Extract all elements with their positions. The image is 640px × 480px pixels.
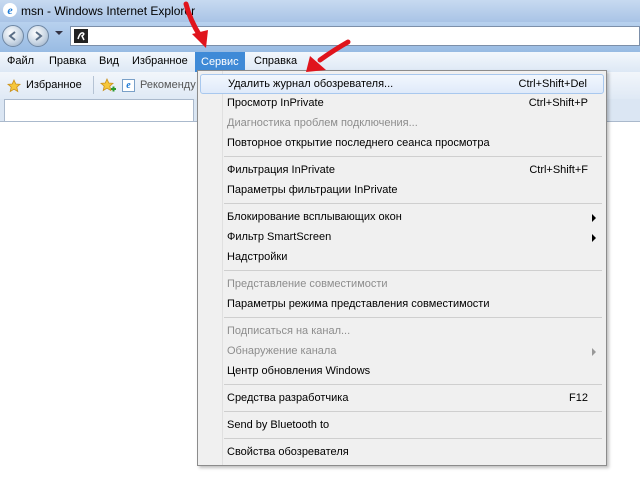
submenu-arrow-icon: [592, 214, 596, 222]
menu-item-reopen-last-session[interactable]: Повторное открытие последнего сеанса про…: [200, 134, 604, 154]
favorites-button[interactable]: Избранное: [26, 79, 82, 91]
menu-separator: [224, 317, 602, 318]
suggested-sites-link[interactable]: Рекоменду: [140, 79, 196, 91]
tab-msn[interactable]: [4, 99, 194, 121]
menu-help[interactable]: Справка: [254, 55, 297, 67]
menu-item-label: Надстройки: [227, 251, 288, 263]
menu-item-windows-update[interactable]: Центр обновления Windows: [200, 362, 604, 382]
menu-item-inprivate-filtering[interactable]: Фильтрация InPrivate Ctrl+Shift+F: [200, 161, 604, 181]
menu-file[interactable]: Файл: [7, 55, 34, 67]
menu-separator: [224, 156, 602, 157]
menu-item-delete-history[interactable]: Удалить журнал обозревателя... Ctrl+Shif…: [200, 74, 604, 94]
menu-item-label: Параметры фильтрации InPrivate: [227, 184, 398, 196]
menu-item-shortcut: Ctrl+Shift+Del: [518, 78, 587, 90]
red-arrow-icon: [183, 1, 208, 48]
history-dropdown-button[interactable]: [55, 31, 63, 35]
menu-tools[interactable]: Сервис: [195, 52, 245, 72]
menu-view[interactable]: Вид: [99, 55, 119, 67]
menu-item-smartscreen-filter[interactable]: Фильтр SmartScreen: [200, 228, 604, 248]
menu-item-diagnose-connection: Диагностика проблем подключения...: [200, 114, 604, 134]
menu-item-label: Фильтрация InPrivate: [227, 164, 335, 176]
menu-item-addons[interactable]: Надстройки: [200, 248, 604, 268]
site-favicon-icon: [74, 29, 88, 43]
submenu-arrow-icon: [592, 348, 596, 356]
menu-item-internet-options[interactable]: Свойства обозревателя: [200, 443, 604, 463]
menu-item-inprivate-browsing[interactable]: Просмотр InPrivate Ctrl+Shift+P: [200, 94, 604, 114]
menu-item-label: Средства разработчика: [227, 392, 349, 404]
menu-item-label: Фильтр SmartScreen: [227, 231, 332, 243]
forward-button[interactable]: [27, 25, 49, 47]
tools-dropdown-menu: Удалить журнал обозревателя... Ctrl+Shif…: [197, 70, 607, 466]
menu-item-label: Параметры режима представления совместим…: [227, 298, 490, 310]
menu-separator: [224, 384, 602, 385]
toolbar-divider: [93, 76, 94, 94]
menu-item-feed-discovery: Обнаружение канала: [200, 342, 604, 362]
menu-item-label: Представление совместимости: [227, 278, 388, 290]
menu-separator: [224, 438, 602, 439]
menu-item-label: Свойства обозревателя: [227, 446, 349, 458]
menu-item-inprivate-filtering-settings[interactable]: Параметры фильтрации InPrivate: [200, 181, 604, 201]
menu-item-label: Обнаружение канала: [227, 345, 337, 357]
menu-item-label: Просмотр InPrivate: [227, 97, 324, 109]
forward-arrow-icon: [35, 31, 43, 41]
favorites-star-icon: [7, 79, 21, 93]
menu-separator: [224, 203, 602, 204]
menu-edit[interactable]: Правка: [49, 55, 86, 67]
menu-item-shortcut: Ctrl+Shift+F: [529, 164, 588, 176]
title-bar: e msn - Windows Internet Explorer: [0, 0, 640, 22]
menu-separator: [224, 411, 602, 412]
back-arrow-icon: [8, 31, 16, 41]
menu-favorites[interactable]: Избранное: [132, 55, 188, 67]
submenu-arrow-icon: [592, 234, 596, 242]
menu-item-label: Повторное открытие последнего сеанса про…: [227, 137, 490, 149]
menu-item-compatibility-view: Представление совместимости: [200, 275, 604, 295]
menu-item-label: Центр обновления Windows: [227, 365, 371, 377]
ie-logo-icon: e: [3, 3, 17, 17]
menu-item-label: Блокирование всплывающих окон: [227, 211, 402, 223]
menu-item-shortcut: F12: [569, 392, 588, 404]
menu-item-subscribe-feed: Подписаться на канал...: [200, 322, 604, 342]
menu-item-shortcut: Ctrl+Shift+P: [528, 97, 588, 109]
back-button[interactable]: [2, 25, 24, 47]
menu-item-popup-blocker[interactable]: Блокирование всплывающих окон: [200, 208, 604, 228]
menu-item-label: Диагностика проблем подключения...: [227, 117, 418, 129]
red-arrow-icon: [306, 39, 351, 72]
menu-item-send-by-bluetooth[interactable]: Send by Bluetooth to: [200, 416, 604, 436]
menu-item-developer-tools[interactable]: Средства разработчика F12: [200, 389, 604, 409]
menu-item-compatibility-view-settings[interactable]: Параметры режима представления совместим…: [200, 295, 604, 315]
window-title: msn - Windows Internet Explorer: [21, 4, 196, 18]
menu-item-label: Send by Bluetooth to: [227, 419, 330, 431]
ie-page-icon: e: [122, 79, 135, 92]
menu-item-label: Подписаться на канал...: [227, 325, 351, 337]
menu-separator: [224, 270, 602, 271]
menu-item-label: Удалить журнал обозревателя...: [228, 78, 394, 90]
add-favorite-icon[interactable]: [100, 78, 116, 94]
